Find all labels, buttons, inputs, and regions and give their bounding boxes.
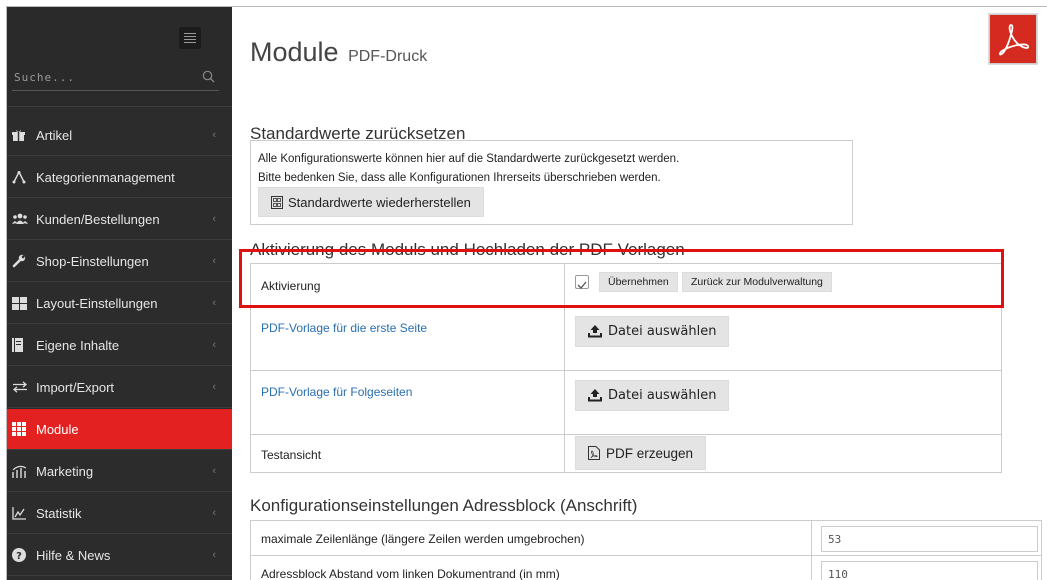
first-page-template-label[interactable]: PDF-Vorlage für die erste Seite <box>261 321 427 335</box>
table-row: Adressblock Abstand vom linken Dokumentr… <box>251 556 1041 580</box>
generate-pdf-label: PDF erzeugen <box>606 445 694 461</box>
preview-label: Testansicht <box>261 448 322 462</box>
restore-defaults-button[interactable]: Standardwerte wiederherstellen <box>258 187 484 217</box>
choose-file-button-following-pages[interactable]: Datei auswählen <box>575 380 730 411</box>
sidebar-item-layout-einstellungen[interactable]: Layout-Einstellungen ‹ <box>7 283 232 324</box>
sidebar-item-shop-einstellungen[interactable]: Shop-Einstellungen ‹ <box>7 241 232 282</box>
pdf-file-icon <box>588 446 600 460</box>
chevron-left-icon: ‹ <box>212 213 216 225</box>
restore-defaults-label: Standardwerte wiederherstellen <box>288 194 471 210</box>
sidebar-item-label: Marketing <box>36 463 94 479</box>
sidebar-item-kategorienmanagement[interactable]: Kategorienmanagement <box>7 157 232 198</box>
choose-file-label: Datei auswählen <box>608 388 717 403</box>
chevron-left-icon: ‹ <box>212 297 216 309</box>
max-line-length-input[interactable] <box>821 526 1038 552</box>
line-chart-icon <box>12 506 36 520</box>
table-row: maximale Zeilenlänge (längere Zeilen wer… <box>251 521 1041 556</box>
chart-bars-icon <box>12 465 36 478</box>
book-icon <box>12 338 36 352</box>
address-row-label: maximale Zeilenlänge (längere Zeilen wer… <box>261 532 585 546</box>
users-icon <box>12 213 36 225</box>
address-row-cell <box>811 521 1041 555</box>
following-pages-template-cell: Datei auswählen <box>564 371 1001 434</box>
choose-file-button-first-page[interactable]: Datei auswählen <box>575 316 730 347</box>
sidebar-item-statistik[interactable]: Statistik ‹ <box>7 493 232 534</box>
sidebar-item-module[interactable]: Module <box>7 409 232 450</box>
sidebar-search <box>12 63 219 91</box>
gift-icon <box>12 129 36 142</box>
sidebar-item-import-export[interactable]: Import/Export ‹ <box>7 367 232 408</box>
upload-icon <box>588 325 602 338</box>
sidebar-item-label: Hilfe & News <box>36 547 111 563</box>
sidebar-item-label: Statistik <box>36 505 82 521</box>
calculator-icon <box>271 195 283 209</box>
table-row-preview: Testansicht PDF erzeugen <box>251 435 1001 472</box>
menu-toggle-icon[interactable] <box>179 27 201 49</box>
sidebar-item-label: Shop-Einstellungen <box>36 253 149 269</box>
help-icon: ? <box>12 548 36 562</box>
address-row-cell <box>811 556 1041 580</box>
page-subtitle: PDF-Druck <box>348 48 428 65</box>
arrows-icon <box>12 381 36 393</box>
reset-box: Alle Konfigurationswerte können hier auf… <box>250 140 853 225</box>
sidebar-item-marketing[interactable]: Marketing ‹ <box>7 451 232 492</box>
svg-text:?: ? <box>16 551 22 562</box>
upload-icon <box>588 389 602 402</box>
chevron-left-icon: ‹ <box>212 465 216 477</box>
sidebar-item-label: Kategorienmanagement <box>36 169 175 185</box>
tree-icon <box>12 170 36 184</box>
sidebar-item-label: Module <box>36 421 79 437</box>
chevron-left-icon: ‹ <box>212 381 216 393</box>
sidebar-item-label: Layout-Einstellungen <box>36 295 158 311</box>
grid-icon <box>12 296 36 310</box>
first-page-template-cell: Datei auswählen <box>564 307 1001 370</box>
table-row-first-page-template: PDF-Vorlage für die erste Seite Datei au… <box>251 307 1001 371</box>
choose-file-label: Datei auswählen <box>608 324 717 339</box>
search-icon[interactable] <box>202 70 215 83</box>
table-row-following-pages-template: PDF-Vorlage für Folgeseiten Datei auswäh… <box>251 371 1001 435</box>
sidebar-header <box>7 7 232 107</box>
preview-cell: PDF erzeugen <box>564 435 1001 472</box>
generate-pdf-button[interactable]: PDF erzeugen <box>575 436 707 470</box>
wrench-icon <box>12 254 36 268</box>
sidebar-item-kunden[interactable]: Kunden/Bestellungen ‹ <box>7 199 232 240</box>
sidebar-item-label: Artikel <box>36 127 73 143</box>
sidebar: Artikel ‹ Kategorienmanagement Kunden/Be… <box>7 7 232 580</box>
sidebar-item-artikel[interactable]: Artikel ‹ <box>7 115 232 156</box>
address-config-table: maximale Zeilenlänge (längere Zeilen wer… <box>250 520 1042 580</box>
following-pages-template-label[interactable]: PDF-Vorlage für Folgeseiten <box>261 385 412 399</box>
address-row-label: Adressblock Abstand vom linken Dokumentr… <box>261 567 560 580</box>
modules-icon <box>12 422 36 436</box>
page-title: Module PDF-Druck <box>250 37 427 68</box>
search-input[interactable] <box>12 63 192 91</box>
chevron-left-icon: ‹ <box>212 549 216 561</box>
reset-text-line-2: Bitte bedenken Sie, dass alle Konfigurat… <box>258 172 661 184</box>
chevron-left-icon: ‹ <box>212 507 216 519</box>
sidebar-item-label: Import/Export <box>36 379 115 395</box>
chevron-left-icon: ‹ <box>212 339 216 351</box>
address-section-title: Konfigurationseinstellungen Adressblock … <box>250 496 638 515</box>
sidebar-item-eigene-inhalte[interactable]: Eigene Inhalte ‹ <box>7 325 232 366</box>
highlight-box <box>239 249 1004 308</box>
left-margin-input[interactable] <box>821 561 1038 580</box>
sidebar-item-label: Eigene Inhalte <box>36 337 120 353</box>
reset-text-line-1: Alle Konfigurationswerte können hier auf… <box>258 153 680 165</box>
page-title-main: Module <box>250 37 339 67</box>
sidebar-item-hilfe-news[interactable]: ? Hilfe & News ‹ <box>7 535 232 576</box>
chevron-left-icon: ‹ <box>212 129 216 141</box>
sidebar-item-label: Kunden/Bestellungen <box>36 211 160 227</box>
pdf-logo-icon <box>988 13 1038 65</box>
chevron-left-icon: ‹ <box>212 255 216 267</box>
